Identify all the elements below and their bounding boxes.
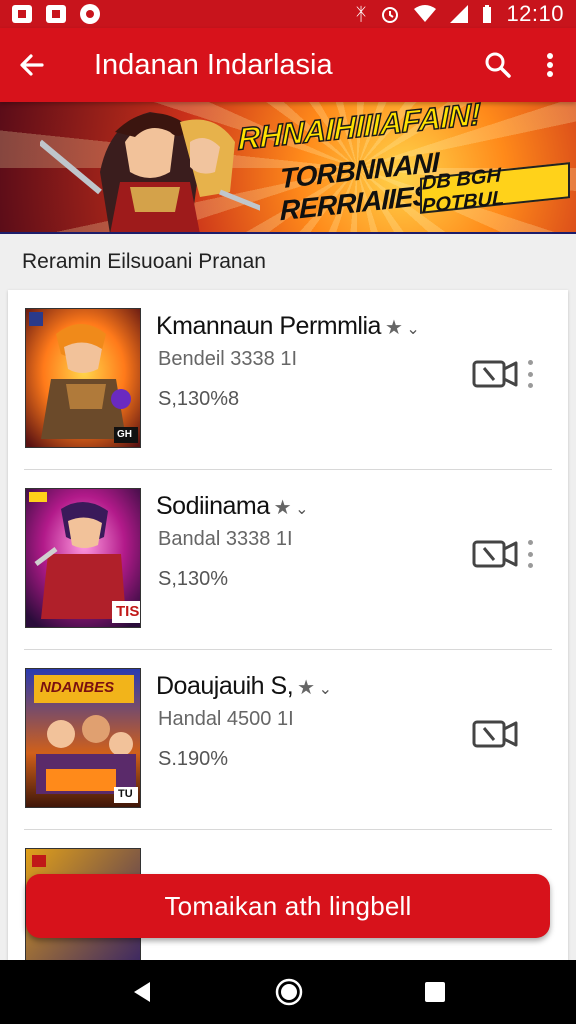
nav-back-icon[interactable] bbox=[130, 980, 154, 1004]
overflow-menu-button[interactable] bbox=[524, 28, 576, 102]
battery-icon bbox=[483, 5, 492, 23]
search-button[interactable] bbox=[472, 28, 524, 102]
list-item[interactable]: NDANBES TU Doaujauih S, ★ ⌄ Handal 4500 1I… bbox=[8, 650, 568, 830]
list-item[interactable]: TIS Sodiinama ★ ⌄ Bandal 3338 1I S,130% bbox=[8, 470, 568, 650]
game-list: GH Kmannaun Permmlia ★ ⌄ Bendeil 3338 1I S… bbox=[8, 290, 568, 970]
signal-icon bbox=[450, 5, 469, 23]
video-icon[interactable] bbox=[472, 538, 518, 568]
thumbnail-label: NDANBES bbox=[40, 679, 115, 696]
item-subtitle: Bandal 3338 1I bbox=[158, 528, 293, 550]
game-thumbnail: TIS bbox=[25, 488, 141, 628]
item-price: S.190% bbox=[158, 748, 229, 770]
status-bar: ᛡ 12:10 bbox=[0, 0, 576, 28]
banner-strip bbox=[0, 232, 576, 234]
item-title: Kmannaun Permmlia bbox=[156, 312, 381, 340]
chevron-down-icon: ⌄ bbox=[295, 501, 308, 518]
nav-home-icon[interactable] bbox=[275, 978, 303, 1006]
video-icon[interactable] bbox=[472, 718, 518, 748]
item-price: S,130%8 bbox=[158, 388, 240, 410]
arrow-left-icon bbox=[20, 54, 44, 76]
back-button[interactable] bbox=[0, 28, 64, 102]
item-price: S,130% bbox=[158, 568, 229, 590]
item-subtitle: Handal 4500 1I bbox=[158, 708, 294, 730]
page-title: Indanan Indarlasia bbox=[94, 48, 333, 81]
bluetooth-icon: ᛡ bbox=[355, 4, 367, 24]
search-icon bbox=[485, 52, 511, 78]
chevron-down-icon: ⌄ bbox=[406, 321, 420, 338]
item-title: Sodiinama bbox=[156, 492, 270, 520]
section-header: Reramin Eilsuoani Pranan bbox=[22, 250, 266, 273]
thumbnail-label: TU bbox=[118, 788, 133, 800]
game-thumbnail: NDANBES TU bbox=[25, 668, 141, 808]
primary-action-button[interactable]: Tomaikan ath lingbell bbox=[26, 874, 550, 938]
item-title: Doaujauih S, bbox=[156, 672, 294, 700]
notification-icon bbox=[46, 5, 66, 23]
banner-heroes-illustration bbox=[40, 112, 260, 234]
chevron-down-icon: ⌄ bbox=[318, 681, 332, 698]
thumbnail-label: GH bbox=[117, 429, 132, 440]
star-icon: ★ bbox=[384, 317, 403, 339]
notification-icon bbox=[80, 4, 100, 24]
wifi-icon bbox=[414, 5, 437, 22]
item-more-button[interactable] bbox=[526, 540, 534, 568]
nav-recents-icon[interactable] bbox=[424, 981, 446, 1003]
item-title-line: Kmannaun Permmlia ★ ⌄ bbox=[156, 312, 420, 341]
clock-time: 12:10 bbox=[506, 1, 564, 26]
thumbnail-label: TIS bbox=[116, 603, 140, 620]
item-title-line: Doaujauih S, ★ ⌄ bbox=[156, 672, 332, 701]
item-more-button[interactable] bbox=[526, 360, 534, 388]
star-icon: ★ bbox=[297, 677, 315, 699]
star-icon: ★ bbox=[273, 497, 292, 519]
game-thumbnail: GH bbox=[25, 308, 141, 448]
notification-icon bbox=[12, 5, 32, 23]
video-icon[interactable] bbox=[472, 358, 518, 388]
item-title-line: Sodiinama ★ ⌄ bbox=[156, 492, 308, 521]
more-vertical-icon bbox=[547, 53, 553, 77]
list-item[interactable]: GH Kmannaun Permmlia ★ ⌄ Bendeil 3338 1I S… bbox=[8, 290, 568, 470]
system-nav-bar bbox=[0, 960, 576, 1024]
app-bar: Indanan Indarlasia bbox=[0, 28, 576, 102]
alarm-icon bbox=[382, 7, 399, 23]
item-subtitle: Bendeil 3338 1I bbox=[158, 348, 298, 370]
